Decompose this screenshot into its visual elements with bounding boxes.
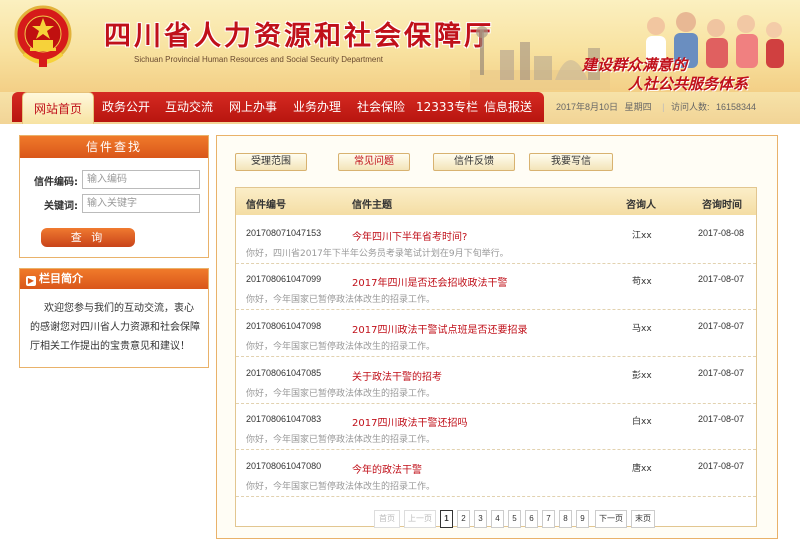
table-row[interactable]: 201708061047083 2017四川政法干警还招吗 白xx 2017-0… (236, 404, 756, 450)
nav-item-interaction[interactable]: 互动交流 (165, 92, 213, 122)
column-intro-title: 栏目简介 (39, 272, 83, 285)
letter-date: 2017-08-08 (698, 228, 745, 238)
letter-code: 201708061047099 (246, 274, 322, 284)
page-number-4[interactable]: 4 (491, 510, 504, 528)
letter-reply: 你好，今年国家已暂停政法体改生的招录工作。 (246, 435, 436, 445)
code-input[interactable]: 输入编码 (82, 170, 200, 189)
national-emblem-icon (14, 5, 72, 67)
last-page-button[interactable]: 末页 (631, 510, 655, 528)
city-skyline-image (470, 26, 610, 90)
code-row: 信件编码: 输入编码 (20, 170, 210, 190)
keyword-input[interactable]: 输入关键字 (82, 194, 200, 213)
page-number-2[interactable]: 2 (457, 510, 470, 528)
letter-code: 201708061047098 (246, 321, 322, 331)
nav-item-social-insurance[interactable]: 社会保险 (357, 92, 405, 122)
col-header-asker: 咨询人 (626, 200, 656, 211)
nav-item-12333[interactable]: 12333专栏 (416, 92, 478, 122)
divider: | (662, 102, 665, 112)
first-page-button[interactable]: 首页 (374, 510, 400, 528)
table-header: 信件编号 信件主题 咨询人 咨询时间 (236, 188, 756, 215)
letter-asker: 白xx (632, 417, 652, 427)
site-header: 四川省人力资源和社会保障厅 Sichuan Provincial Human R… (0, 0, 800, 92)
page-number-7[interactable]: 7 (542, 510, 555, 528)
table-row[interactable]: 201708061047098 2017四川政法干警试点班是否还要招录 马xx … (236, 311, 756, 357)
page-number-6[interactable]: 6 (525, 510, 538, 528)
letter-reply: 你好，今年国家已暂停政法体改生的招录工作。 (246, 295, 436, 305)
prev-page-button[interactable]: 上一页 (404, 510, 436, 528)
letters-panel: 受理范围 常见问题 信件反馈 我要写信 信件编号 信件主题 咨询人 咨询时间 2… (216, 135, 778, 539)
letter-date: 2017-08-07 (698, 368, 745, 378)
letter-reply: 你好，四川省2017年下半年公务员考录笔试计划在9月下旬举行。 (246, 249, 509, 259)
letter-subject-link[interactable]: 2017年四川是否还会招收政法干警 (352, 274, 507, 289)
letter-date: 2017-08-07 (698, 414, 745, 424)
letter-asker: 唐xx (632, 464, 652, 474)
arrow-right-icon: ▶ (26, 276, 36, 286)
letter-reply: 你好，今年国家已暂停政法体改生的招录工作。 (246, 482, 436, 492)
letter-subject-link[interactable]: 2017四川政法干警还招吗 (352, 414, 467, 429)
letter-code: 201708061047083 (246, 414, 322, 424)
letter-asker: 彭xx (632, 371, 652, 381)
table-row[interactable]: 201708071047153 今年四川下半年省考时间? 江xx 2017-08… (236, 218, 756, 264)
letter-reply: 你好，今年国家已暂停政法体改生的招录工作。 (246, 342, 436, 352)
tab-feedback[interactable]: 信件反馈 (433, 153, 515, 171)
nav-item-business[interactable]: 业务办理 (293, 92, 341, 122)
table-row[interactable]: 201708061047080 今年的政法干警 唐xx 2017-08-07 你… (236, 451, 756, 497)
nav-item-online-services[interactable]: 网上办事 (229, 92, 277, 122)
nav-item-info-report[interactable]: 信息报送 (484, 92, 532, 122)
page-number-5[interactable]: 5 (508, 510, 521, 528)
letters-table: 信件编号 信件主题 咨询人 咨询时间 201708071047153 今年四川下… (235, 187, 757, 528)
table-row[interactable]: 201708061047099 2017年四川是否还会招收政法干警 苟xx 20… (236, 264, 756, 310)
keyword-row: 关键词: 输入关键字 (20, 194, 210, 214)
column-intro-text: 欢迎您参与我们的互动交流，衷心的感谢您对四川省人力资源和社会保障厅相关工作提出的… (30, 303, 200, 352)
letter-search-title: 信件查找 (20, 136, 208, 158)
letter-subject-link[interactable]: 2017四川政法干警试点班是否还要招录 (352, 321, 527, 336)
letter-date: 2017-08-07 (698, 321, 745, 331)
site-title-en: Sichuan Provincial Human Resources and S… (134, 55, 384, 64)
tab-faq[interactable]: 常见问题 (338, 153, 410, 171)
col-header-time: 咨询时间 (702, 200, 742, 211)
letter-code: 201708061047085 (246, 368, 322, 378)
site-title: 四川省人力资源和社会保障厅 (104, 21, 494, 52)
current-date: 2017年8月10日 (556, 102, 619, 112)
date-visitor-bar: 2017年8月10日 星期四 | 访问人数: 16158344 (548, 96, 796, 118)
column-intro-box: ▶ 栏目简介 欢迎您参与我们的互动交流，衷心的感谢您对四川省人力资源和社会保障厅相… (19, 268, 209, 368)
column-intro-header: ▶ 栏目简介 (20, 269, 208, 289)
letter-asker: 江xx (632, 231, 652, 241)
visitor-label: 访问人数: (670, 102, 710, 112)
page-number-9[interactable]: 9 (576, 510, 589, 528)
table-row[interactable]: 201708061047085 关于政法干警的招考 彭xx 2017-08-07… (236, 358, 756, 404)
letter-reply: 你好，今年国家已暂停政法体改生的招录工作。 (246, 389, 436, 399)
keyword-label: 关键词: (44, 201, 78, 212)
letter-subject-link[interactable]: 今年四川下半年省考时间? (352, 228, 467, 243)
col-header-code: 信件编号 (246, 200, 286, 211)
nav-item-gov-affairs[interactable]: 政务公开 (102, 92, 150, 122)
page-number-8[interactable]: 8 (559, 510, 572, 528)
letter-date: 2017-08-07 (698, 461, 745, 471)
current-weekday: 星期四 (624, 102, 652, 112)
letter-subject-link[interactable]: 关于政法干警的招考 (352, 368, 442, 383)
col-header-subject: 信件主题 (352, 200, 392, 211)
main-navbar: 网站首页 政务公开 互动交流 网上办事 业务办理 社会保险 12333专栏 信息… (0, 92, 800, 124)
next-page-button[interactable]: 下一页 (595, 510, 627, 528)
slogan-line1: 建设群众满意的 (582, 56, 688, 74)
letter-code: 201708061047080 (246, 461, 322, 471)
letter-asker: 马xx (632, 324, 652, 334)
letter-asker: 苟xx (632, 277, 652, 287)
slogan-line2: 人社公共服务体系 (628, 75, 749, 92)
query-button[interactable]: 查 询 (41, 228, 135, 247)
letter-code: 201708071047153 (246, 228, 322, 238)
nav-home[interactable]: 网站首页 (22, 92, 94, 124)
letter-subject-link[interactable]: 今年的政法干警 (352, 461, 422, 476)
page-number-1[interactable]: 1 (440, 510, 453, 528)
visitor-count: 16158344 (715, 102, 757, 112)
tab-write-letter[interactable]: 我要写信 (529, 153, 613, 171)
page-number-3[interactable]: 3 (474, 510, 487, 528)
code-label: 信件编码: (34, 177, 78, 188)
letter-search-box: 信件查找 信件编码: 输入编码 关键词: 输入关键字 查 询 (19, 135, 209, 258)
letter-date: 2017-08-07 (698, 274, 745, 284)
tab-scope[interactable]: 受理范围 (235, 153, 307, 171)
